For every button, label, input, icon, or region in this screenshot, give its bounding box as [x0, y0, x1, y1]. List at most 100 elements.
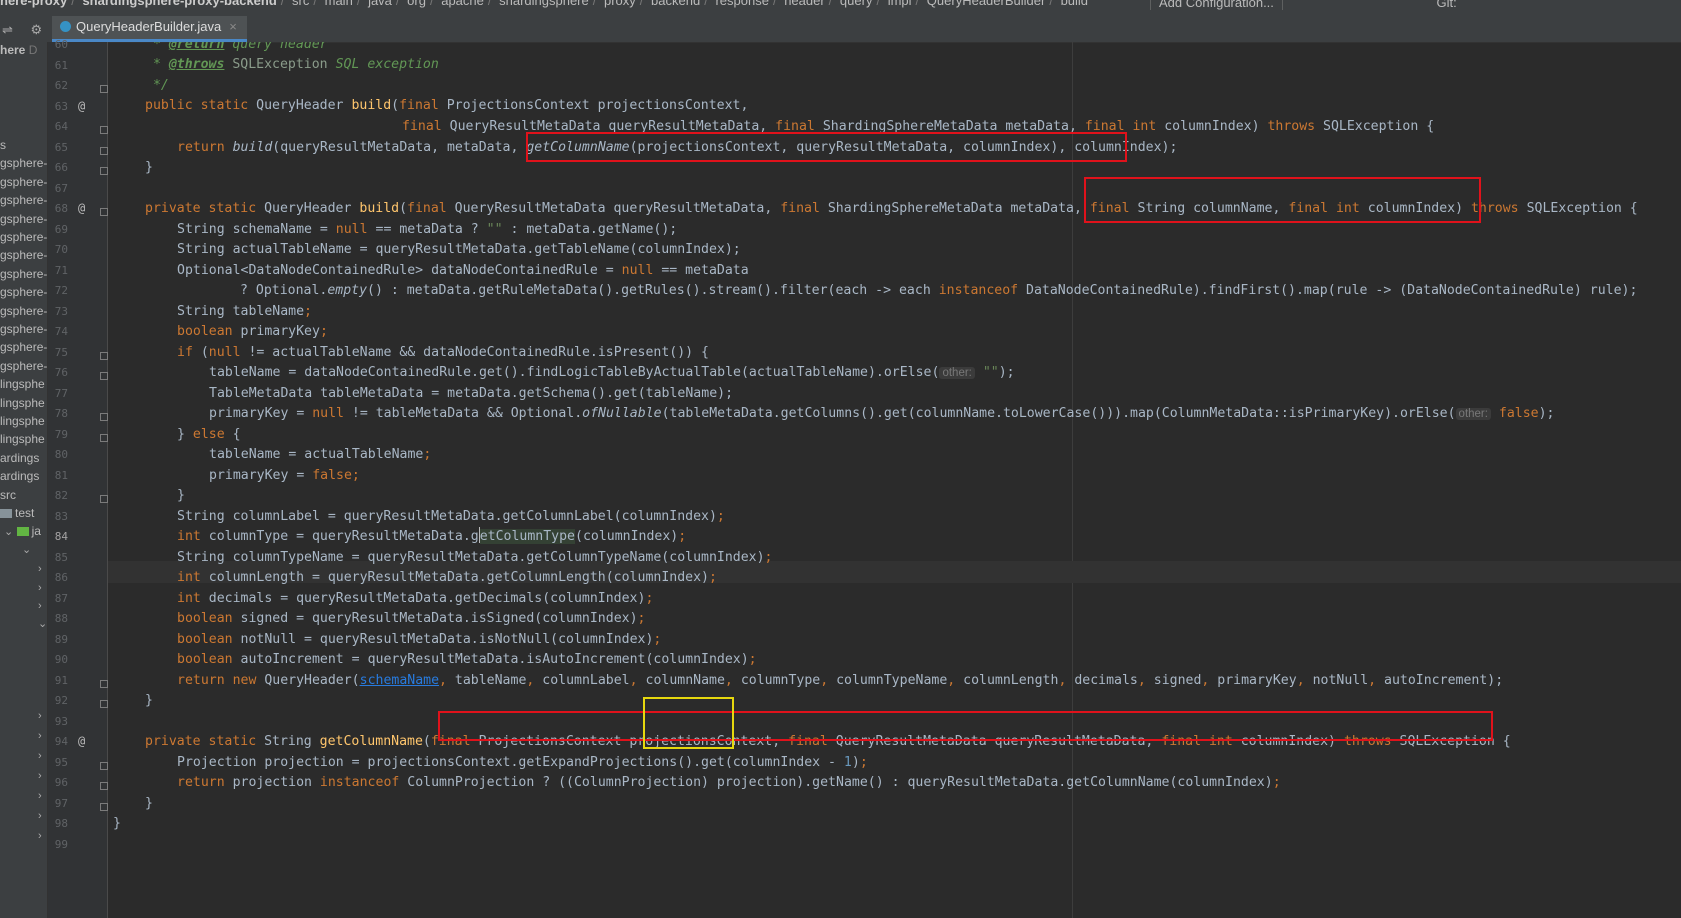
project-tree-expander[interactable]: › [38, 828, 42, 842]
project-tree-item[interactable]: ardings [0, 469, 39, 483]
breadcrumb-item[interactable]: shardingsphere-proxy-backend [82, 0, 276, 8]
line-number[interactable]: 96 [48, 776, 68, 789]
project-tree-item[interactable]: s [0, 138, 6, 152]
line-number[interactable]: 87 [48, 592, 68, 605]
annotation-icon[interactable]: @ [78, 734, 85, 748]
project-tree-expander[interactable]: ⌄ [38, 616, 47, 630]
code-line-81[interactable]: primaryKey = false; [209, 465, 360, 487]
line-number[interactable]: 85 [48, 551, 68, 564]
fold-marker-icon[interactable] [100, 372, 108, 380]
line-number[interactable]: 91 [48, 674, 68, 687]
project-tree-item[interactable]: lingsphe [0, 432, 45, 446]
project-tree-item[interactable]: lingsphe [0, 414, 45, 428]
project-tree-item[interactable]: gsphere- [0, 193, 47, 207]
line-number[interactable]: 73 [48, 305, 68, 318]
line-number[interactable]: 66 [48, 161, 68, 174]
project-tree-item[interactable]: gsphere- [0, 156, 47, 170]
breadcrumb-item[interactable]: org [407, 0, 426, 8]
code-line-70[interactable]: String actualTableName = queryResultMeta… [177, 239, 741, 261]
line-number[interactable]: 93 [48, 715, 68, 728]
line-number[interactable]: 68 [48, 202, 68, 215]
code-line-85[interactable]: String columnTypeName = queryResultMetaD… [177, 547, 772, 569]
line-number[interactable]: 78 [48, 407, 68, 420]
code-editor[interactable]: * @return query header * @throws SQLExce… [108, 42, 1681, 918]
fold-marker-icon[interactable] [100, 351, 108, 360]
line-number[interactable]: 75 [48, 346, 68, 359]
line-number[interactable]: 76 [48, 366, 68, 379]
project-tree-item-test[interactable]: test [0, 506, 34, 520]
gear-icon[interactable]: ⚙ [31, 22, 43, 37]
project-tree-item[interactable]: lingsphe [0, 377, 45, 391]
breadcrumb-item[interactable]: proxy [604, 0, 636, 8]
project-tree-item[interactable]: gsphere- [0, 267, 47, 281]
fold-marker-icon[interactable] [100, 126, 108, 134]
project-tree-expander[interactable]: ⌄ [22, 542, 31, 556]
project-tree-item[interactable]: ardings [0, 451, 39, 465]
code-line-89[interactable]: boolean notNull = queryResultMetaData.is… [177, 629, 661, 651]
annotation-icon[interactable]: @ [78, 99, 85, 113]
project-tree-expander[interactable]: › [38, 598, 42, 612]
line-number[interactable]: 94 [48, 735, 68, 748]
code-line-86[interactable]: int columnLength = queryResultMetaData.g… [177, 567, 717, 589]
close-icon[interactable]: × [229, 19, 237, 34]
line-number[interactable]: 63 [48, 100, 68, 113]
code-line-63[interactable]: public static QueryHeader build(final Pr… [145, 95, 748, 117]
code-line-95[interactable]: Projection projection = projectionsConte… [177, 752, 868, 774]
fold-marker-icon[interactable] [100, 146, 108, 155]
fold-marker-icon[interactable] [100, 802, 108, 811]
breadcrumb-item[interactable]: shardingsphere [499, 0, 589, 8]
line-number[interactable]: 92 [48, 694, 68, 707]
project-tree-expander[interactable]: › [38, 788, 42, 802]
project-tree-expander[interactable]: › [38, 561, 42, 575]
breadcrumb-item[interactable]: here-proxy [0, 0, 67, 8]
code-line-92[interactable]: } [145, 690, 153, 712]
project-tree-item[interactable]: gsphere- [0, 359, 47, 373]
line-number[interactable]: 80 [48, 448, 68, 461]
project-tree-item[interactable]: gsphere- [0, 304, 47, 318]
project-tree-item[interactable]: gsphere- [0, 230, 47, 244]
line-number[interactable]: 62 [48, 79, 68, 92]
code-line-78[interactable]: primaryKey = null != tableMetaData && Op… [209, 403, 1555, 425]
fold-marker-icon[interactable] [100, 761, 108, 770]
line-number[interactable]: 61 [48, 59, 68, 72]
schema-name-link[interactable]: schemaName [360, 673, 439, 688]
line-number[interactable]: 77 [48, 387, 68, 400]
project-tree-item-java[interactable]: ⌄ ja [4, 524, 41, 538]
code-line-97[interactable]: } [145, 793, 153, 815]
line-number[interactable]: 74 [48, 325, 68, 338]
project-tree-expander[interactable]: › [38, 580, 42, 594]
code-line-69[interactable]: String schemaName = null == metaData ? "… [177, 219, 677, 241]
project-tree-item[interactable]: lingsphe [0, 396, 45, 410]
project-tree-expander[interactable]: › [38, 808, 42, 822]
line-number[interactable]: 79 [48, 428, 68, 441]
fold-marker-icon[interactable] [100, 700, 108, 708]
fold-marker-icon[interactable] [100, 679, 108, 688]
fold-marker-icon[interactable] [100, 433, 108, 442]
fold-marker-icon[interactable] [100, 495, 108, 503]
tab-query-header-builder[interactable]: QueryHeaderBuilder.java × [52, 16, 247, 42]
code-line-96[interactable]: return projection instanceof ColumnProje… [177, 772, 1281, 794]
line-number[interactable]: 98 [48, 817, 68, 830]
code-line-66[interactable]: } [145, 157, 153, 179]
code-line-72[interactable]: ? Optional.empty() : metaData.getRuleMet… [240, 280, 1637, 302]
line-number[interactable]: 71 [48, 264, 68, 277]
line-number[interactable]: 86 [48, 571, 68, 584]
code-line-83[interactable]: String columnLabel = queryResultMetaData… [177, 506, 725, 528]
code-line-82[interactable]: } [177, 485, 185, 507]
project-tree-item-src[interactable]: src [0, 488, 16, 502]
project-tree-expander[interactable]: › [38, 768, 42, 782]
project-tree-item[interactable]: gsphere- [0, 322, 47, 336]
breadcrumb-item[interactable]: main [325, 0, 353, 8]
project-tree-item[interactable]: gsphere- [0, 340, 47, 354]
code-line-71[interactable]: Optional<DataNodeContainedRule> dataNode… [177, 260, 749, 282]
editor-gutter[interactable]: 60 61 62 63 @64 65 66 67 68 @69 70 71 72 73 74 75 76 77 78… [48, 38, 108, 918]
project-tree-expander[interactable]: › [38, 728, 42, 742]
code-line-77[interactable]: TableMetaData tableMetaData = metaData.g… [209, 383, 733, 405]
line-number[interactable]: 60 [48, 38, 68, 51]
breadcrumb-item[interactable]: impl [888, 0, 912, 8]
fold-marker-icon[interactable] [100, 413, 108, 421]
line-number[interactable]: 88 [48, 612, 68, 625]
fold-marker-icon[interactable] [100, 85, 108, 93]
code-line-61[interactable]: * @throws SQLException SQL exception [145, 54, 439, 76]
code-line-91[interactable]: return new QueryHeader(schemaName, table… [177, 670, 1503, 692]
